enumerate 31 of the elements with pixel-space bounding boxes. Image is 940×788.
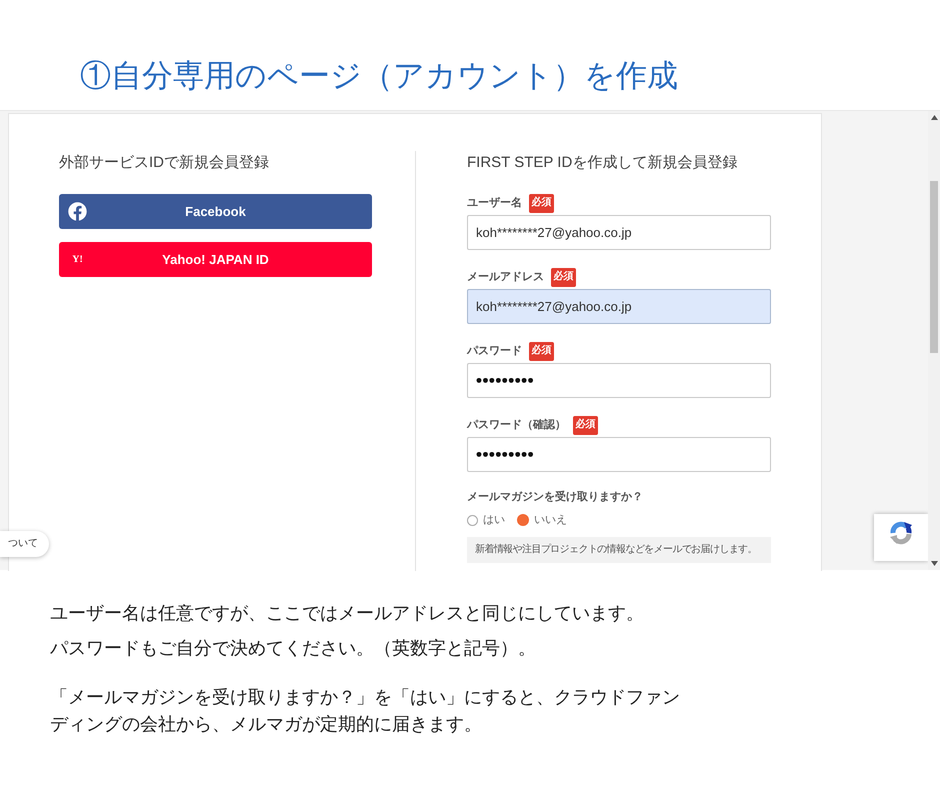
info-note: 新着情報や注目プロジェクトの情報などをメールでお届けします。 bbox=[467, 537, 771, 563]
instruction-text: パスワードもご自分で決めてください。（英数字と記号）。 bbox=[50, 637, 537, 660]
text-field[interactable]: koh********27@yahoo.co.jp bbox=[467, 289, 771, 324]
field-label: パスワード（確認） bbox=[467, 418, 566, 432]
facebook-logo-icon bbox=[68, 202, 87, 221]
radio-option[interactable]: はい bbox=[467, 512, 505, 528]
field-label: ユーザー名 bbox=[467, 196, 522, 210]
required-badge: 必須 bbox=[529, 194, 554, 212]
password-field[interactable]: ••••••••• bbox=[467, 363, 771, 398]
section-heading: FIRST STEP IDを作成して新規会員登録 bbox=[467, 153, 738, 173]
login-button[interactable]: Facebook bbox=[59, 194, 372, 229]
field-label: メールアドレス bbox=[467, 270, 544, 284]
field-label: パスワード bbox=[467, 344, 522, 358]
login-button[interactable]: Y! Yahoo! JAPAN ID bbox=[59, 242, 372, 277]
radio-option[interactable]: いいえ bbox=[517, 512, 567, 528]
arrow-down-icon[interactable] bbox=[930, 561, 938, 566]
required-badge: 必須 bbox=[529, 342, 554, 360]
logo-text: Y! bbox=[71, 254, 84, 266]
required-badge: 必須 bbox=[551, 268, 576, 286]
required-badge: 必須 bbox=[573, 416, 598, 434]
arrow-up-icon[interactable] bbox=[930, 115, 938, 120]
text-field[interactable]: koh********27@yahoo.co.jp bbox=[467, 215, 771, 250]
section-heading: 外部サービスIDで新規会員登録 bbox=[59, 153, 270, 173]
side-tab[interactable]: ついて bbox=[0, 531, 49, 557]
question-label: メールマガジンを受け取りますか？ bbox=[467, 490, 644, 505]
instruction-text: 「メールマガジンを受け取りますか？」を「はい」にすると、クラウドファンディングの会社から、メルマガが定期的に届きます。 bbox=[50, 686, 681, 736]
instruction-text: ユーザー名は任意ですが、ここではメールアドレスと同じにしています。 bbox=[50, 602, 645, 625]
scrollbar-thumb[interactable] bbox=[930, 181, 938, 353]
captcha-badge[interactable] bbox=[874, 514, 928, 561]
page-title: ①自分専用のページ（アカウント）を作成 bbox=[80, 57, 679, 95]
password-field[interactable]: ••••••••• bbox=[467, 437, 771, 472]
